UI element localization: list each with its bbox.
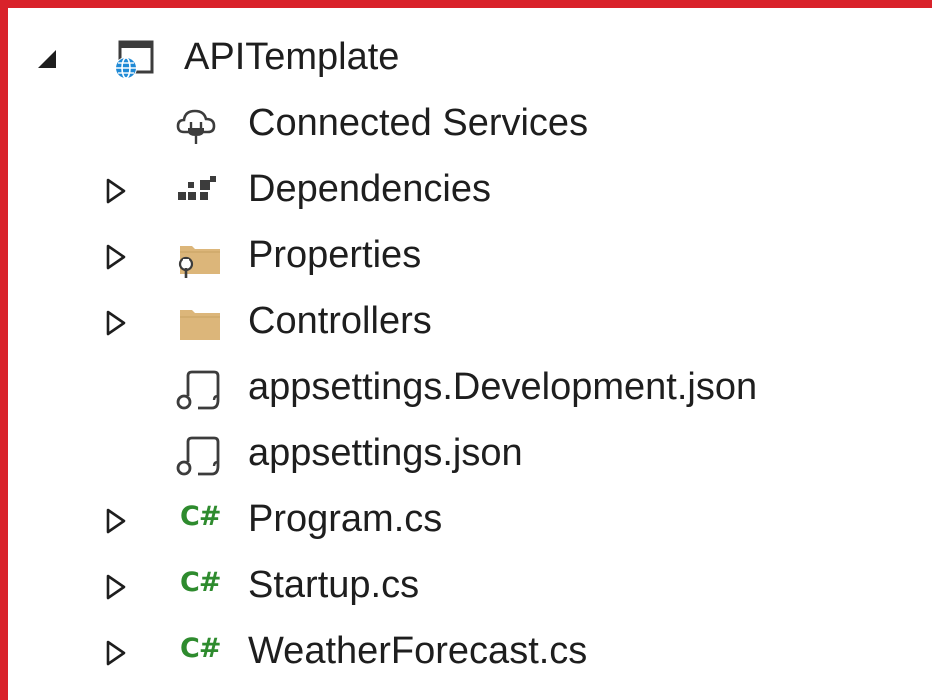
tree-node-label: WeatherForecast.cs: [248, 630, 588, 672]
connected-services-icon: [176, 109, 216, 144]
tree-node-properties[interactable]: Properties: [8, 224, 932, 290]
tree-node-dependencies[interactable]: Dependencies: [8, 158, 932, 224]
tree-node-label: appsettings.json: [248, 432, 523, 474]
tree-node-label: APITemplate: [184, 36, 400, 78]
web-project-icon: [115, 40, 154, 79]
json-file-icon: [176, 370, 220, 410]
csharp-file-icon: C#: [180, 567, 221, 598]
tree-node-program-cs[interactable]: C# Program.cs: [8, 488, 932, 554]
tree-node-connected-services[interactable]: Connected Services: [8, 92, 932, 158]
folder-icon: [180, 310, 220, 340]
expand-arrow-icon[interactable]: [102, 506, 132, 536]
properties-folder-icon: [178, 246, 220, 278]
csharp-file-icon: C#: [180, 633, 221, 664]
tree-node-label: Dependencies: [248, 168, 491, 210]
json-file-icon: [176, 436, 220, 476]
tree-node-label: Controllers: [248, 300, 432, 342]
tree-node-label: appsettings.Development.json: [248, 366, 758, 408]
tree-node-label: Startup.cs: [248, 564, 420, 606]
csharp-file-icon: C#: [180, 501, 221, 532]
tree-node-appsettings-development-json[interactable]: appsettings.Development.json: [8, 356, 932, 422]
tree-node-label: Program.cs: [248, 498, 443, 540]
tree-node-apitemplate[interactable]: APITemplate: [8, 26, 932, 92]
expand-arrow-icon[interactable]: [102, 176, 132, 206]
solution-explorer-panel: APITemplate Connected Services Dependenc…: [0, 0, 932, 700]
tree-node-appsettings-json[interactable]: appsettings.json: [8, 422, 932, 488]
tree-node-weatherforecast-cs[interactable]: C# WeatherForecast.cs: [8, 620, 932, 686]
expand-arrow-icon[interactable]: [102, 638, 132, 668]
expand-arrow-icon[interactable]: [102, 308, 132, 338]
collapse-arrow-icon[interactable]: [34, 44, 64, 74]
dependencies-icon: [178, 176, 216, 200]
tree-node-startup-cs[interactable]: C# Startup.cs: [8, 554, 932, 620]
expand-arrow-icon[interactable]: [102, 242, 132, 272]
tree-node-label: Connected Services: [248, 102, 589, 144]
tree-node-label: Properties: [248, 234, 422, 276]
tree-node-controllers[interactable]: Controllers: [8, 290, 932, 356]
expand-arrow-icon[interactable]: [102, 572, 132, 602]
